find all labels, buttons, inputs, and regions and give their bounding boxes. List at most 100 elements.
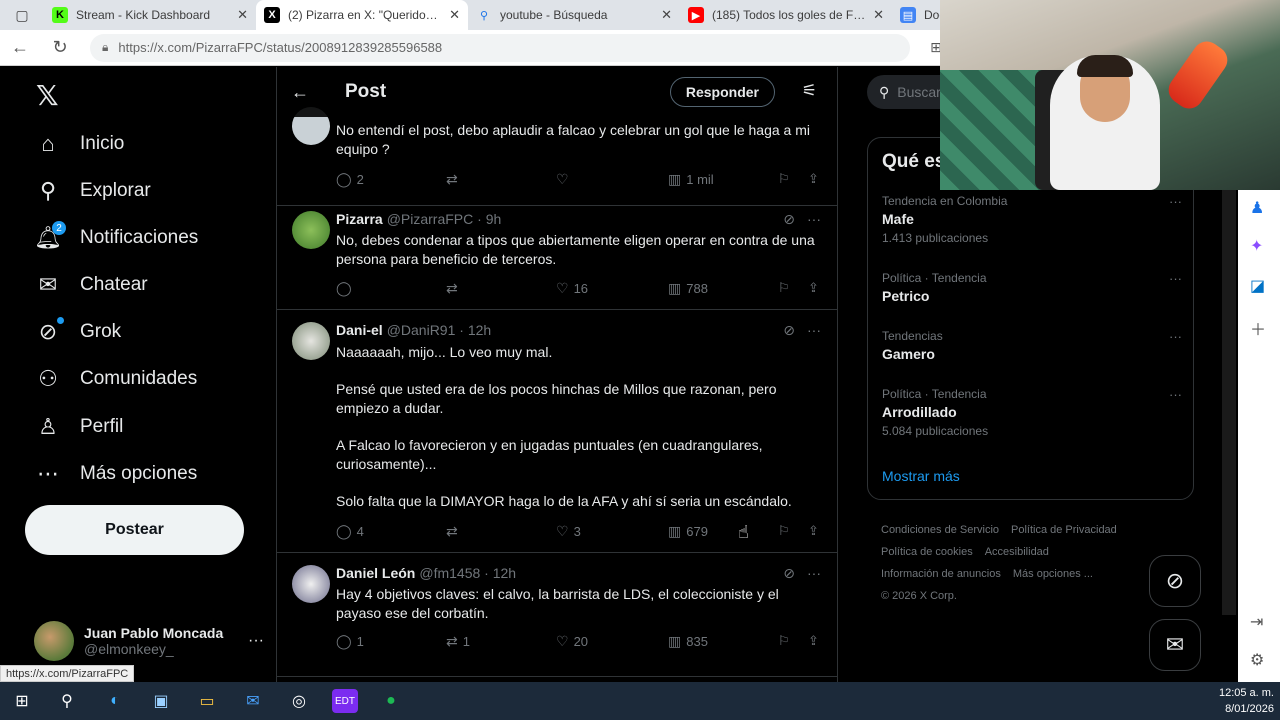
back-arrow-icon[interactable]: ← [291,82,311,103]
more-icon[interactable]: ··· [807,565,821,581]
person-icon[interactable]: ♟ [1250,198,1264,218]
trend-item[interactable]: Tendencia en Colombia Mafe 1.413 publica… [882,194,1182,245]
avatar[interactable] [292,565,330,603]
edge-icon[interactable]: ◐ [102,689,128,713]
sidebar-toggle-icon[interactable]: ⇥ [1250,612,1263,632]
messages-fab-button[interactable]: ✉ [1149,619,1201,671]
bookmark-icon[interactable]: ⚐ [778,171,790,187]
scrollbar[interactable] [1222,125,1236,615]
repost-action[interactable]: ⇄ 1 [446,633,470,650]
tab-kick[interactable]: K Stream - Kick Dashboard ✕ [44,0,256,30]
grok-icon[interactable]: ⊘ [783,322,795,339]
share-icon[interactable]: ⇪ [808,523,819,539]
more-icon[interactable]: ··· [248,632,264,650]
author-name[interactable]: Daniel León [336,565,415,581]
tab-actions-icon[interactable]: ▢ [0,7,44,24]
views-action[interactable]: ▥ 1 mil [668,171,714,188]
like-action[interactable]: ♡ 20 [556,633,588,650]
tab-youtube-video[interactable]: ▶ (185) Todos los goles de Falca ✕ [680,0,892,30]
settings-icon[interactable]: ⚙ [1250,650,1264,670]
author-handle[interactable]: @DaniR91 · 12h [387,322,492,338]
sidebar-item-grok[interactable]: ⊘ Grok [34,312,121,352]
bookmark-icon[interactable]: ⚐ [778,523,790,539]
grok-fab-button[interactable]: ⊘ [1149,555,1201,607]
grok-icon[interactable]: ⊘ [783,211,795,228]
windows-start-icon[interactable]: ⊞ [9,689,35,713]
reload-icon[interactable]: ↻ [40,37,80,58]
avatar[interactable] [292,322,330,360]
spotify-icon[interactable]: ● [378,689,404,713]
mail-icon[interactable]: ✉ [240,689,266,713]
tweet[interactable]: Daniel León @fm1458 · 12h ⊘ ··· Hay 4 ob… [277,553,837,677]
repost-action[interactable]: ⇄ [446,523,463,540]
repost-action[interactable]: ⇄ [446,171,463,188]
show-more-link[interactable]: Mostrar más [882,468,960,484]
folder-icon[interactable]: ▭ [194,689,220,713]
store-icon[interactable]: ▣ [148,689,174,713]
more-icon[interactable]: ··· [1169,387,1182,402]
share-icon[interactable]: ⇪ [808,280,819,296]
sidebar-item-mas-opciones[interactable]: ⋯ Más opciones [34,454,197,494]
tab-youtube-search[interactable]: ⚲ youtube - Búsqueda ✕ [468,0,680,30]
sidebar-item-chatear[interactable]: ✉ Chatear [34,265,148,305]
close-icon[interactable]: ✕ [873,7,884,23]
x-logo-icon[interactable]: 𝕏 [36,79,59,112]
close-icon[interactable]: ✕ [661,7,672,23]
reply-action[interactable]: ◯ 1 [336,633,364,650]
like-action[interactable]: ♡ [556,171,574,188]
sidebar-item-perfil[interactable]: ♙ Perfil [34,407,123,447]
share-icon[interactable]: ⇪ [808,171,819,187]
add-icon[interactable]: ＋ [1250,316,1266,340]
sliders-icon[interactable]: ⚟ [802,81,817,101]
footer-link[interactable]: Condiciones de Servicio [881,524,999,536]
bookmark-icon[interactable]: ⚐ [778,280,790,296]
more-icon[interactable]: ··· [807,211,821,227]
copilot-icon[interactable]: ✦ [1250,236,1263,256]
views-action[interactable]: ▥ 835 [668,633,708,650]
reply-action[interactable]: ◯ 2 [336,171,364,188]
tweet[interactable]: Dani-el @DaniR91 · 12h ⊘ ··· Naaaaaah, m… [277,310,837,553]
trend-item[interactable]: Política · Tendencia Arrodillado 5.084 p… [882,387,1182,438]
sidebar-item-explorar[interactable]: ⚲ Explorar [34,171,151,211]
more-icon[interactable]: ··· [807,322,821,338]
avatar[interactable] [292,211,330,249]
post-button[interactable]: Postear [25,505,244,555]
more-icon[interactable]: ··· [1169,329,1182,344]
author-handle[interactable]: @PizarraFPC · 9h [387,211,502,227]
reply-button[interactable]: Responder [669,77,775,107]
tab-x-post[interactable]: X (2) Pizarra en X: "Queridos hin ✕ [256,0,468,30]
like-action[interactable]: ♡ 16 [556,280,588,297]
tweet[interactable]: Pizarra @PizarraFPC · 9h ⊘ ··· No, debes… [277,206,837,310]
account-switcher[interactable]: Juan Pablo Moncada @elmonkeey_ ··· [34,619,264,663]
back-icon[interactable]: ← [0,37,40,58]
footer-link[interactable]: Más opciones ... [1013,568,1093,580]
views-action[interactable]: ▥ 788 [668,280,708,297]
repost-action[interactable]: ⇄ [446,280,463,297]
trend-item[interactable]: Política · Tendencia Petrico ··· [882,271,1182,304]
footer-link[interactable]: Información de anuncios [881,568,1001,580]
sidebar-item-comunidades[interactable]: ⚇ Comunidades [34,359,197,399]
reply-action[interactable]: ◯ 4 [336,523,364,540]
tweet[interactable]: No entendí el post, debo aplaudir a falc… [277,107,837,206]
more-icon[interactable]: ··· [1169,194,1182,209]
reply-action[interactable]: ◯ [336,280,357,297]
obs-icon[interactable]: ◎ [286,689,312,713]
system-clock[interactable]: 12:05 a. m. 8/01/2026 [1219,685,1274,717]
editor-icon[interactable]: EDT [332,689,358,713]
sidebar-item-notificaciones[interactable]: 🔔︎ 2 Notificaciones [34,218,198,258]
bookmark-icon[interactable]: ⚐ [778,633,790,649]
close-icon[interactable]: ✕ [237,7,248,23]
author-name[interactable]: Pizarra [336,211,383,227]
close-icon[interactable]: ✕ [449,7,460,23]
more-icon[interactable]: ··· [1169,271,1182,286]
outlook-icon[interactable]: ◪ [1250,276,1265,296]
footer-link[interactable]: Política de Privacidad [1011,524,1117,536]
views-action[interactable]: ▥ 679 [668,523,708,540]
author-name[interactable]: Dani-el [336,322,383,338]
share-icon[interactable]: ⇪ [808,633,819,649]
grok-icon[interactable]: ⊘ [783,565,795,582]
footer-link[interactable]: Política de cookies [881,546,973,558]
sidebar-item-inicio[interactable]: ⌂ Inicio [34,124,124,164]
like-action[interactable]: ♡ 3 [556,523,581,540]
search-icon[interactable]: ⚲ [54,689,80,713]
